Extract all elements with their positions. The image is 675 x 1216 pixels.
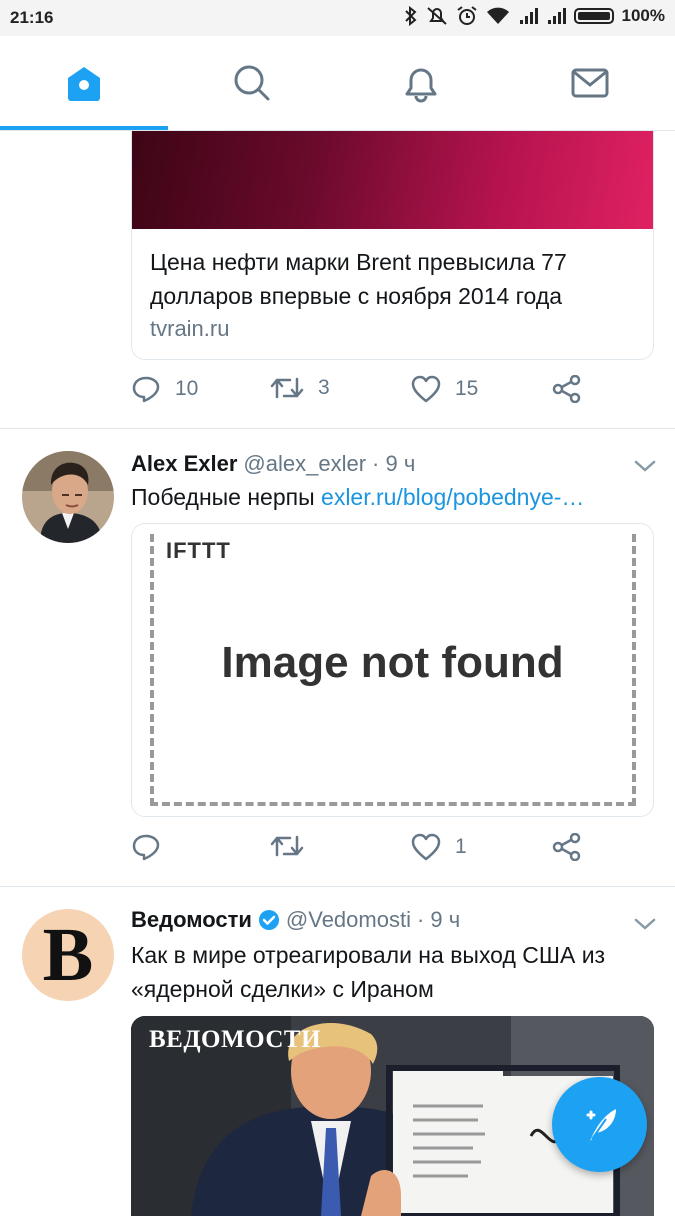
link-card-image [132,131,653,229]
bell-icon [405,68,437,103]
share-icon [552,833,581,861]
link-card-title: Цена нефти марки Brent превысила 77 долл… [150,249,567,309]
like-count: 1 [455,835,467,858]
tab-messages[interactable] [506,36,674,130]
status-icons: 100% [404,6,665,26]
status-bar: 21:16 100% [0,0,675,36]
status-time: 21:16 [10,8,54,27]
avatar[interactable] [22,451,114,543]
tweet-actions: 10 3 15 [131,375,591,415]
author-handle[interactable]: @alex_exler [243,451,366,477]
tweet-divider [0,886,675,887]
share-button[interactable] [552,375,582,403]
heart-icon [411,375,441,403]
chevron-down-icon[interactable] [634,917,656,931]
author-handle[interactable]: @Vedomosti [286,907,411,933]
author-name[interactable]: Ведомости [131,907,252,933]
tweet-actions: 1 [131,833,591,873]
image-not-found-text: Image not found [221,638,564,687]
bluetooth-icon [404,6,417,26]
tweet-link[interactable]: exler.ru/blog/pobednye-… [321,484,584,510]
reply-icon [132,834,160,861]
tweet-text: Как в мире отреагировали на выход США из… [131,942,606,1002]
tweet-divider [0,428,675,429]
retweet-count: 3 [318,376,330,399]
signal-icon-2 [547,8,566,24]
tweet-time: · 9 ч [416,907,461,932]
tweet-header: Alex Exler @alex_exler · 9 ч [131,451,415,477]
image-card[interactable]: IFTTT Image not found [131,523,654,817]
home-icon [68,67,100,101]
compose-tweet-button[interactable] [552,1077,647,1172]
author-name[interactable]: Alex Exler [131,451,237,477]
link-card-domain: tvrain.ru [150,316,230,341]
retweet-button[interactable] [270,833,318,859]
alarm-icon [456,6,477,25]
signal-icon [519,8,538,24]
tab-notifications[interactable] [337,36,505,130]
like-button[interactable]: 15 [411,375,478,403]
retweet-icon [270,377,304,399]
wifi-icon [486,7,509,24]
chevron-down-icon[interactable] [634,459,656,473]
avatar-photo [22,451,114,543]
battery-icon [573,8,614,24]
reply-icon [132,376,160,403]
share-icon [552,375,581,403]
battery-percent: 100% [621,6,665,25]
reply-button[interactable] [131,833,175,861]
link-card[interactable]: Цена нефти марки Brent превысила 77 долл… [131,131,654,360]
tweet-header: Ведомости @Vedomosti · 9 ч [131,907,460,933]
tweet-body: Победные нерпы [131,484,322,510]
verified-badge-icon [258,910,279,930]
heart-icon [411,833,441,861]
retweet-button[interactable]: 3 [270,375,330,401]
tweet-text: Победные нерпы exler.ru/blog/pobednye-… [131,480,641,514]
compose-feather-icon [586,1108,616,1141]
share-button[interactable] [552,833,582,861]
photo-watermark: ВЕДОМОСТИ [149,1026,322,1053]
tab-bar [0,36,675,131]
like-button[interactable]: 1 [411,833,467,861]
avatar[interactable]: B [22,909,114,1001]
reply-button[interactable]: 10 [131,375,198,403]
like-count: 15 [455,377,479,400]
mute-icon [426,7,447,25]
avatar-logo-letter: B [42,913,94,997]
active-tab-indicator [0,126,168,130]
tab-home[interactable] [0,36,168,130]
reply-count: 10 [175,377,199,400]
search-icon [234,65,270,101]
ifttt-label: IFTTT [166,538,237,564]
envelope-icon [571,68,609,98]
tab-search[interactable] [168,36,336,130]
retweet-icon [270,835,304,857]
tweet-time: · 9 ч [372,451,416,476]
